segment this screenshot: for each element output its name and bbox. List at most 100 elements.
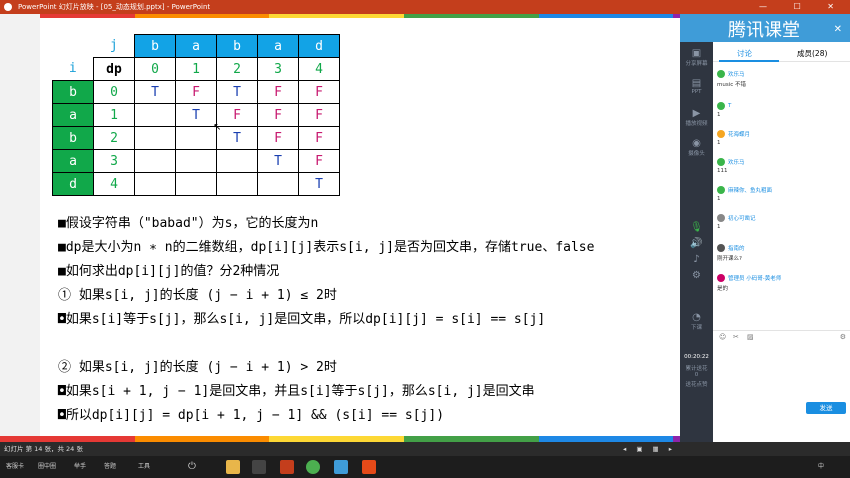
col-index: 4: [298, 57, 340, 81]
avatar: [717, 130, 725, 138]
chat-message: 指南的 刚开课么?: [717, 244, 745, 262]
dp-cell: [134, 149, 176, 173]
active-tab-indicator: [719, 60, 779, 62]
mouse-cursor-icon: ↖: [213, 122, 222, 133]
row-index: 2: [93, 126, 135, 150]
avatar: [717, 274, 725, 282]
text-line: ■dp是大小为n ∗ n的二维数组，dp[i][j]表示s[i, j]是否为回文…: [58, 240, 595, 255]
ppt-icon: ▤: [691, 78, 702, 89]
dp-cell: F: [257, 126, 299, 150]
dp-cell: [134, 126, 176, 150]
brand-header: 腾讯课堂 ✕: [680, 14, 850, 42]
avatar: [717, 214, 725, 222]
play-icon: ▶: [692, 108, 701, 119]
play-video-button[interactable]: ▶ 播放视频: [680, 108, 713, 127]
text-line: [58, 332, 594, 356]
taskbar-item[interactable]: 工具: [138, 461, 150, 473]
flower-count-label: 累计送花: [685, 366, 708, 372]
dp-cell: F: [298, 103, 340, 127]
window-title: PowerPoint 幻灯片放映 - [05_动态规划.pptx] - Powe…: [18, 3, 211, 11]
row-char: d: [52, 172, 94, 196]
music-button[interactable]: ♪: [680, 254, 713, 265]
folder-icon[interactable]: [226, 460, 240, 474]
avatar: [717, 70, 725, 78]
send-button[interactable]: 发送: [806, 402, 846, 414]
dp-cell: F: [298, 149, 340, 173]
taskbar-item[interactable]: 客服卡: [6, 461, 24, 473]
power-icon[interactable]: ⏻: [188, 461, 196, 473]
powerpoint-icon: [4, 3, 12, 11]
table-row: a 3 T F: [52, 149, 340, 173]
settings-button[interactable]: ⚙: [680, 270, 713, 281]
tab-members[interactable]: 成员(28): [797, 48, 827, 59]
chat-message: T1: [717, 102, 732, 118]
chat-message: 花海蝶月 1: [717, 130, 751, 146]
screen-icon: ▣: [691, 48, 702, 59]
dp-cell: T: [175, 103, 217, 127]
end-class-button[interactable]: ◔ 下课: [680, 312, 713, 331]
image-icon[interactable]: ▨: [747, 333, 754, 341]
ppt-button[interactable]: ▤ PPT: [680, 78, 713, 95]
close-icon[interactable]: ✕: [834, 24, 842, 35]
mic-button[interactable]: 🎙: [680, 222, 713, 233]
row-char: b: [52, 126, 94, 150]
taskbar-item[interactable]: 圈中圈: [38, 461, 56, 473]
window-titlebar: PowerPoint 幻灯片放映 - [05_动态规划.pptx] - Powe…: [0, 0, 850, 14]
row-char: b: [52, 80, 94, 104]
speaker-button[interactable]: 🔊: [680, 238, 713, 249]
chat-message: 欢乐马 111: [717, 158, 745, 174]
chrome-icon[interactable]: [306, 460, 320, 474]
app-icon[interactable]: [362, 460, 376, 474]
col-index: 2: [216, 57, 258, 81]
slide-left-margin: [0, 14, 40, 442]
avatar: [717, 186, 725, 194]
table-row: d 4 T: [52, 172, 340, 196]
share-screen-button[interactable]: ▣ 分享屏幕: [680, 48, 713, 67]
dp-cell: F: [298, 126, 340, 150]
chat-area: 讨论 成员(28) 欢乐马 music 不错 T1 花海蝶月 1 欢乐马 111 麻辣…: [713, 42, 850, 442]
dp-cell: [175, 126, 217, 150]
chat-message: 初心可凿记 1: [717, 214, 756, 230]
tab-discuss[interactable]: 讨论: [737, 48, 752, 59]
text-line: ■如何求出dp[i][j]的值？分2种情况: [58, 264, 280, 279]
scissors-icon[interactable]: ✂: [733, 333, 739, 341]
window-controls[interactable]: — ☐ ✕: [759, 0, 846, 14]
speaker-icon: 🔊: [690, 238, 703, 249]
avatar: [717, 102, 725, 110]
table-row: a 1 T F F F: [52, 103, 340, 127]
text-line: ■假设字符串（"babad"）为s，它的长度为n: [58, 216, 319, 231]
dp-cell: F: [175, 80, 217, 104]
i-label: i: [68, 61, 77, 77]
char-header: b: [134, 34, 176, 58]
mic-icon: 🎙: [690, 222, 703, 233]
view-controls[interactable]: ◂ ▣ ▦ ▸: [623, 442, 676, 456]
dp-cell: [257, 172, 299, 196]
char-header: d: [298, 34, 340, 58]
row-char: a: [52, 103, 94, 127]
dp-cell: T: [257, 149, 299, 173]
tencent-classroom-icon[interactable]: [334, 460, 348, 474]
avatar: [717, 244, 725, 252]
table-row: b 2 T F F: [52, 126, 340, 150]
col-index: 0: [134, 57, 176, 81]
dp-cell: F: [216, 103, 258, 127]
dp-cell: [216, 172, 258, 196]
app-icon[interactable]: [252, 460, 266, 474]
camera-button[interactable]: ◉ 摄像头: [680, 138, 713, 157]
dp-table: j b a b a d i dp 0 1 2 3 4 b 0 T F T F F…: [52, 34, 340, 196]
tool-rail: ▣ 分享屏幕 ▤ PPT ▶ 播放视频 ◉ 摄像头 🎙 🔊 ♪ ⚙ ◔ 下课 00:20:…: [680, 42, 713, 442]
taskbar-item[interactable]: 举手: [74, 461, 86, 473]
taskbar-item[interactable]: 答题: [104, 461, 116, 473]
text-line: ① 如果s[i, j]的长度 (j − i + 1) ≤ 2时: [58, 288, 337, 303]
text-line: ◘所以dp[i][j] = dp[i + 1, j − 1] && (s[i] …: [58, 408, 445, 423]
camera-icon: ◉: [692, 138, 701, 149]
powerpoint-icon[interactable]: [280, 460, 294, 474]
avatar: [717, 158, 725, 166]
emoji-icon[interactable]: ☺: [719, 333, 726, 341]
flower-count: 0: [694, 372, 699, 378]
row-index: 0: [93, 80, 135, 104]
dp-cell: [175, 172, 217, 196]
ime-indicator[interactable]: 中: [818, 461, 824, 473]
gear-icon[interactable]: ⚙: [840, 333, 846, 341]
char-header: a: [257, 34, 299, 58]
